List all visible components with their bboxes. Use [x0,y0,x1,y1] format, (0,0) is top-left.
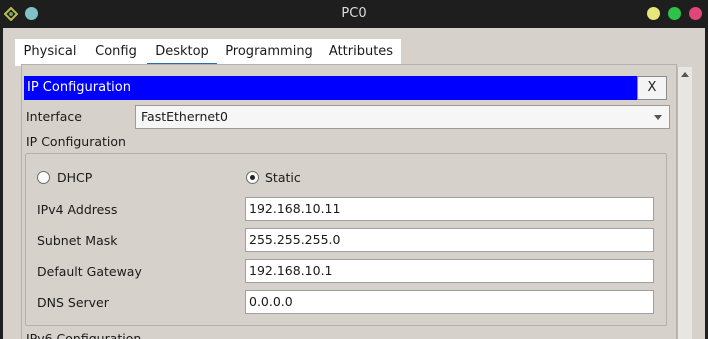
default-gateway-label: Default Gateway [37,264,142,279]
static-radio-selected-dot [250,175,255,180]
ip-configuration-header: IP Configuration [24,76,639,100]
tab-physical[interactable]: Physical [15,39,85,66]
maximize-dot[interactable] [668,7,681,20]
dhcp-label[interactable]: DHCP [57,170,92,185]
close-dot[interactable] [689,7,702,20]
static-label[interactable]: Static [265,170,301,185]
window-title: PC0 [341,6,367,21]
ip-configuration-section-label: IP Configuration [26,134,126,149]
dhcp-radio[interactable] [37,171,50,184]
tab-programming[interactable]: Programming [217,39,321,66]
ipv4-address-input[interactable]: 192.168.10.11 [245,197,654,221]
tab-bar: Physical Config Desktop Programming Attr… [15,39,401,66]
dropdown-caret-icon [654,115,662,120]
scroll-up-arrow-icon[interactable] [681,71,689,77]
ipv6-configuration-label: IPv6 Configuration [26,331,142,339]
ipv4-address-label: IPv4 Address [37,202,118,217]
minimize-dot[interactable] [647,7,660,20]
subnet-mask-label: Subnet Mask [37,233,118,248]
dns-server-label: DNS Server [37,295,109,310]
default-gateway-input[interactable]: 192.168.10.1 [245,259,654,283]
interface-select[interactable]: FastEthernet0 [135,105,670,129]
window-titlebar: PC0 [0,0,708,28]
dns-server-input[interactable]: 0.0.0.0 [245,290,654,314]
tab-attributes[interactable]: Attributes [321,39,401,66]
static-radio[interactable] [246,171,259,184]
subnet-mask-input[interactable]: 255.255.255.0 [245,228,654,252]
tab-desktop[interactable]: Desktop [147,39,217,66]
interface-value: FastEthernet0 [141,109,228,124]
tab-config[interactable]: Config [85,39,147,66]
client-area: Physical Config Desktop Programming Attr… [3,28,705,339]
close-button[interactable]: X [637,76,667,100]
interface-label: Interface [26,109,82,124]
vertical-scrollbar[interactable] [677,67,692,339]
